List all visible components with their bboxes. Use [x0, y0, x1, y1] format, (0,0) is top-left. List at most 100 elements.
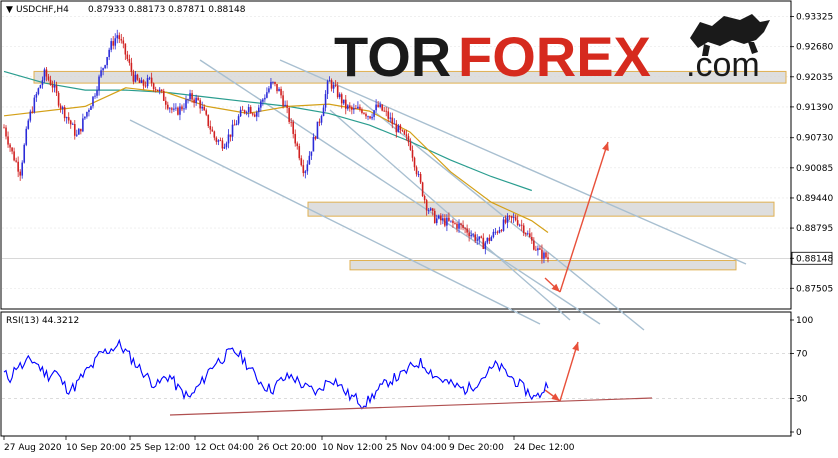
candle-body — [98, 76, 100, 91]
candle-body — [284, 104, 286, 107]
candle-body — [444, 218, 446, 226]
candle-body — [162, 90, 165, 101]
candle-body — [231, 124, 234, 137]
candle-body — [379, 104, 381, 107]
chart-header-icon: ▼ — [6, 5, 13, 15]
candle-body — [148, 77, 151, 79]
candle-body — [500, 230, 503, 231]
candle-body — [539, 248, 541, 250]
candle-body — [33, 97, 36, 113]
candle-body — [468, 232, 470, 237]
candle-body — [537, 248, 539, 251]
candle-body — [520, 224, 523, 226]
candle-body — [158, 89, 161, 92]
candle-body — [389, 117, 392, 119]
candle-body — [209, 125, 212, 130]
candle-body — [78, 128, 80, 135]
candle-body — [535, 249, 537, 251]
candle-body — [322, 107, 325, 117]
candle-body — [37, 88, 40, 95]
candle-body — [41, 80, 44, 86]
candle-body — [440, 215, 442, 221]
time-tick-label: 24 Dec 12:00 — [514, 443, 575, 453]
candle-body — [154, 89, 157, 90]
price-tick-label: 0.90730 — [796, 134, 833, 144]
candle-body — [421, 182, 424, 196]
chart-ohlc-label: 0.87933 0.88173 0.87871 0.88148 — [88, 5, 246, 15]
candle-body — [330, 80, 333, 89]
candle-body — [324, 94, 327, 108]
candle-body — [156, 89, 159, 92]
candle-body — [138, 79, 141, 83]
candle-body — [39, 85, 42, 89]
candle-body — [454, 223, 456, 224]
candle-body — [357, 106, 359, 109]
price-tick-label: 0.87505 — [796, 284, 833, 294]
candle-body — [53, 85, 56, 88]
candle-body — [185, 99, 187, 109]
candle-body — [292, 121, 294, 134]
candle-body — [164, 100, 167, 105]
price-tick-label: 0.89440 — [796, 194, 833, 204]
candle-body — [528, 233, 531, 237]
candle-body — [270, 81, 272, 89]
candle-body — [191, 93, 193, 100]
candle-body — [498, 230, 501, 233]
candle-body — [253, 114, 256, 117]
time-axis: 27 Aug 2020 10 Sep 20:00 25 Sep 12:00 12 Oc… — [3, 436, 575, 453]
candle-body — [506, 215, 509, 223]
candle-body — [76, 134, 78, 136]
candle-body — [403, 130, 406, 135]
rsi-label: RSI(13) 44.3212 — [6, 316, 79, 326]
candle-body — [255, 112, 258, 117]
candle-body — [423, 195, 426, 201]
time-tick-label: 27 Aug 2020 — [4, 443, 62, 453]
candle-body — [128, 59, 131, 63]
candle-body — [49, 79, 52, 85]
candle-body — [437, 215, 440, 219]
candle-body — [543, 252, 545, 259]
candle-body — [80, 128, 82, 132]
candle-body — [488, 237, 491, 241]
logo-part-forex: FOREX — [458, 25, 651, 88]
candle-body — [268, 88, 270, 93]
candle-body — [235, 123, 238, 125]
candle-body — [393, 123, 396, 125]
time-tick-label: 9 Dec 20:00 — [449, 443, 504, 453]
candle-body — [504, 219, 507, 223]
candle-body — [167, 104, 169, 109]
candle-body — [201, 106, 203, 109]
candle-body — [361, 109, 363, 113]
candle-body — [387, 111, 390, 119]
candle-body — [152, 83, 155, 90]
candle-body — [136, 74, 139, 80]
candle-body — [110, 41, 112, 50]
time-tick-label: 26 Oct 20:00 — [258, 443, 317, 453]
candle-body — [318, 121, 321, 123]
candle-body — [229, 134, 232, 137]
candle-body — [359, 106, 361, 110]
candle-body — [213, 131, 216, 138]
candle-body — [179, 106, 181, 115]
chart-window: 0.93325 0.92680 0.92035 0.91390 0.90730 0.900… — [0, 0, 838, 458]
candle-body — [383, 110, 385, 112]
candle-body — [340, 94, 343, 104]
candle-body — [183, 108, 185, 110]
candle-body — [132, 71, 135, 82]
candle-body — [144, 85, 147, 87]
candle-body — [427, 210, 430, 212]
rsi-tick-label: 70 — [796, 350, 808, 360]
price-tick-label: 0.88795 — [796, 224, 833, 234]
rsi-tick-label: 100 — [796, 316, 813, 326]
candle-body — [433, 210, 436, 224]
candle-body — [448, 217, 450, 221]
candle-body — [134, 74, 137, 82]
candle-body — [518, 224, 521, 226]
candle-body — [82, 118, 84, 132]
candle-body — [126, 54, 129, 60]
price-axis: 0.93325 0.92680 0.92035 0.91390 0.90730 0.900… — [790, 13, 833, 294]
candle-body — [59, 105, 62, 109]
chart-canvas: 0.93325 0.92680 0.92035 0.91390 0.90730 0.900… — [0, 0, 833, 453]
candle-body — [13, 151, 15, 161]
candle-body — [205, 110, 208, 115]
